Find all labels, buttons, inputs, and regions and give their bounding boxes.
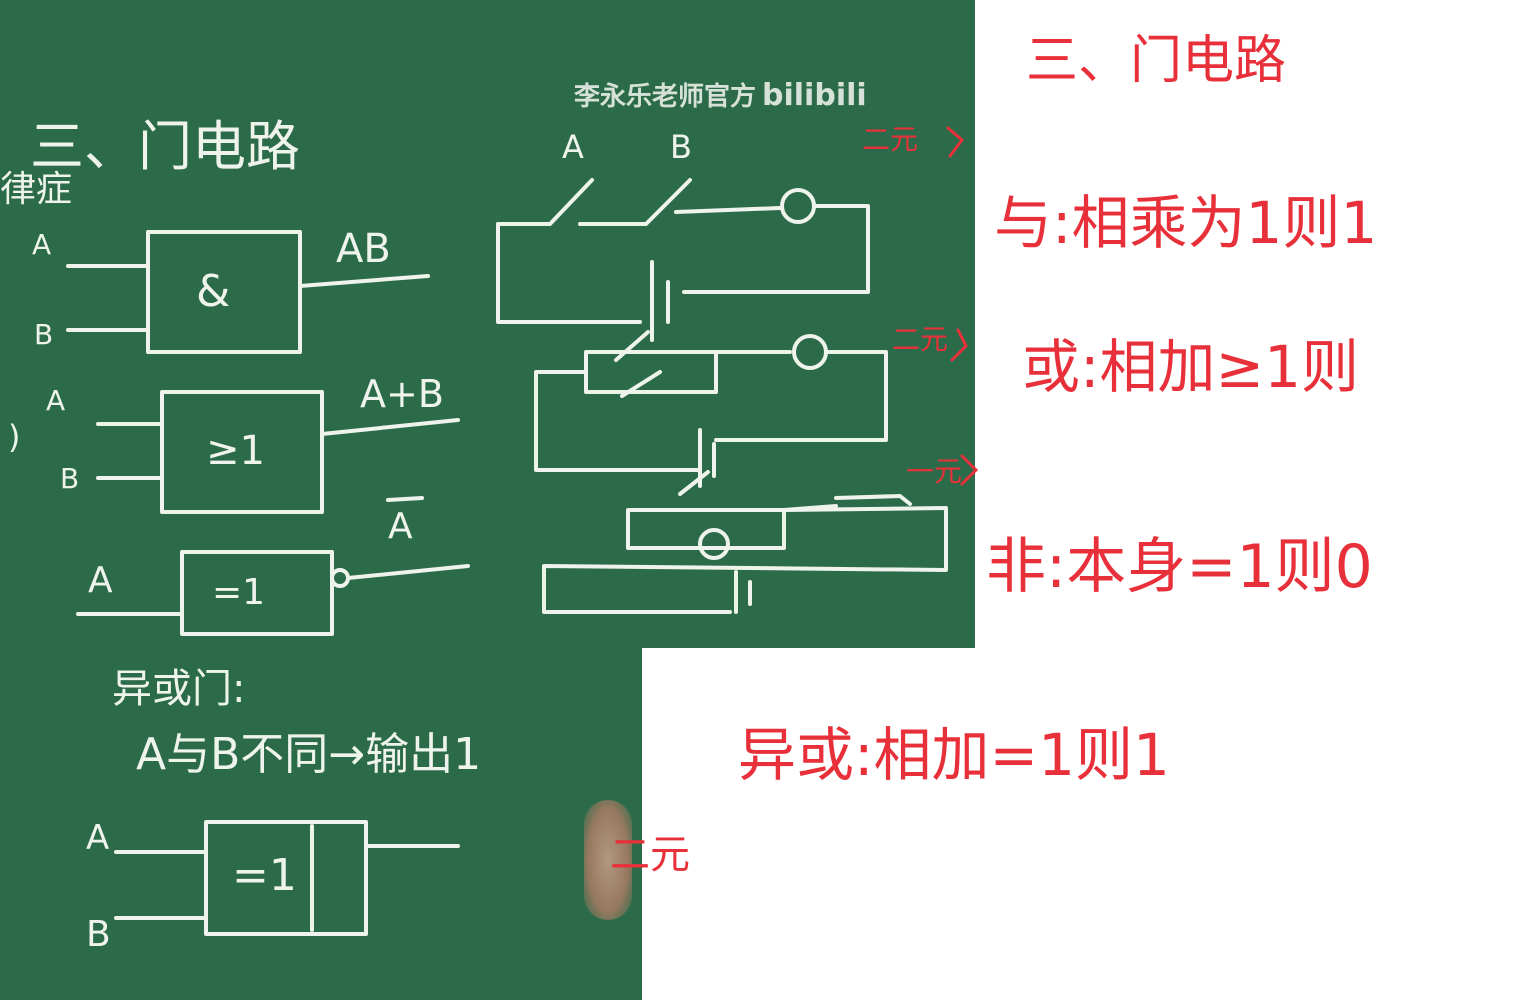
tag-or-binary: 二元 <box>892 323 949 356</box>
tag-xor-binary: 二元 <box>610 832 690 878</box>
xor-input-b: B <box>86 914 111 955</box>
bilibili-logo: bilibili <box>762 78 867 113</box>
tag-not-unary: 一元 <box>906 455 963 488</box>
watermark-text: 李永乐老师官方 <box>574 82 757 112</box>
or-gate-symbol: ≥1 <box>206 428 265 474</box>
watermark: 李永乐老师官方 bilibili <box>574 76 867 113</box>
and-gate-symbol: & <box>196 266 231 317</box>
or-input-a: A <box>46 384 66 417</box>
xor-gate-symbol: =1 <box>232 850 297 901</box>
xor-input-a: A <box>86 818 110 858</box>
and-output: AB <box>336 226 391 272</box>
note-not-rule: 非:本身=1则0 <box>986 532 1373 602</box>
tag-and-binary: 二元 <box>862 123 919 156</box>
notes-title: 三、门电路 <box>1026 31 1287 91</box>
or-output: A+B <box>360 372 444 416</box>
or-input-b: B <box>60 462 80 495</box>
and-input-b: B <box>34 318 54 351</box>
switch-label-a: A <box>562 128 584 166</box>
board-left-fragment: 律症 <box>0 169 73 210</box>
xor-heading: 异或门: <box>112 666 246 712</box>
note-or-rule: 或:相加≥1则 <box>1022 333 1360 401</box>
or-paren: ) <box>8 418 21 456</box>
not-input: A <box>88 560 113 601</box>
xor-rule-chalk: A与B不同→输出1 <box>136 729 482 780</box>
not-output: A <box>388 506 413 547</box>
note-xor-rule: 异或:相加=1则1 <box>738 721 1170 789</box>
switch-label-b: B <box>670 128 692 166</box>
and-input-a: A <box>32 228 52 261</box>
note-and-rule: 与:相乘为1则1 <box>994 189 1378 257</box>
not-gate-symbol: =1 <box>212 572 266 613</box>
